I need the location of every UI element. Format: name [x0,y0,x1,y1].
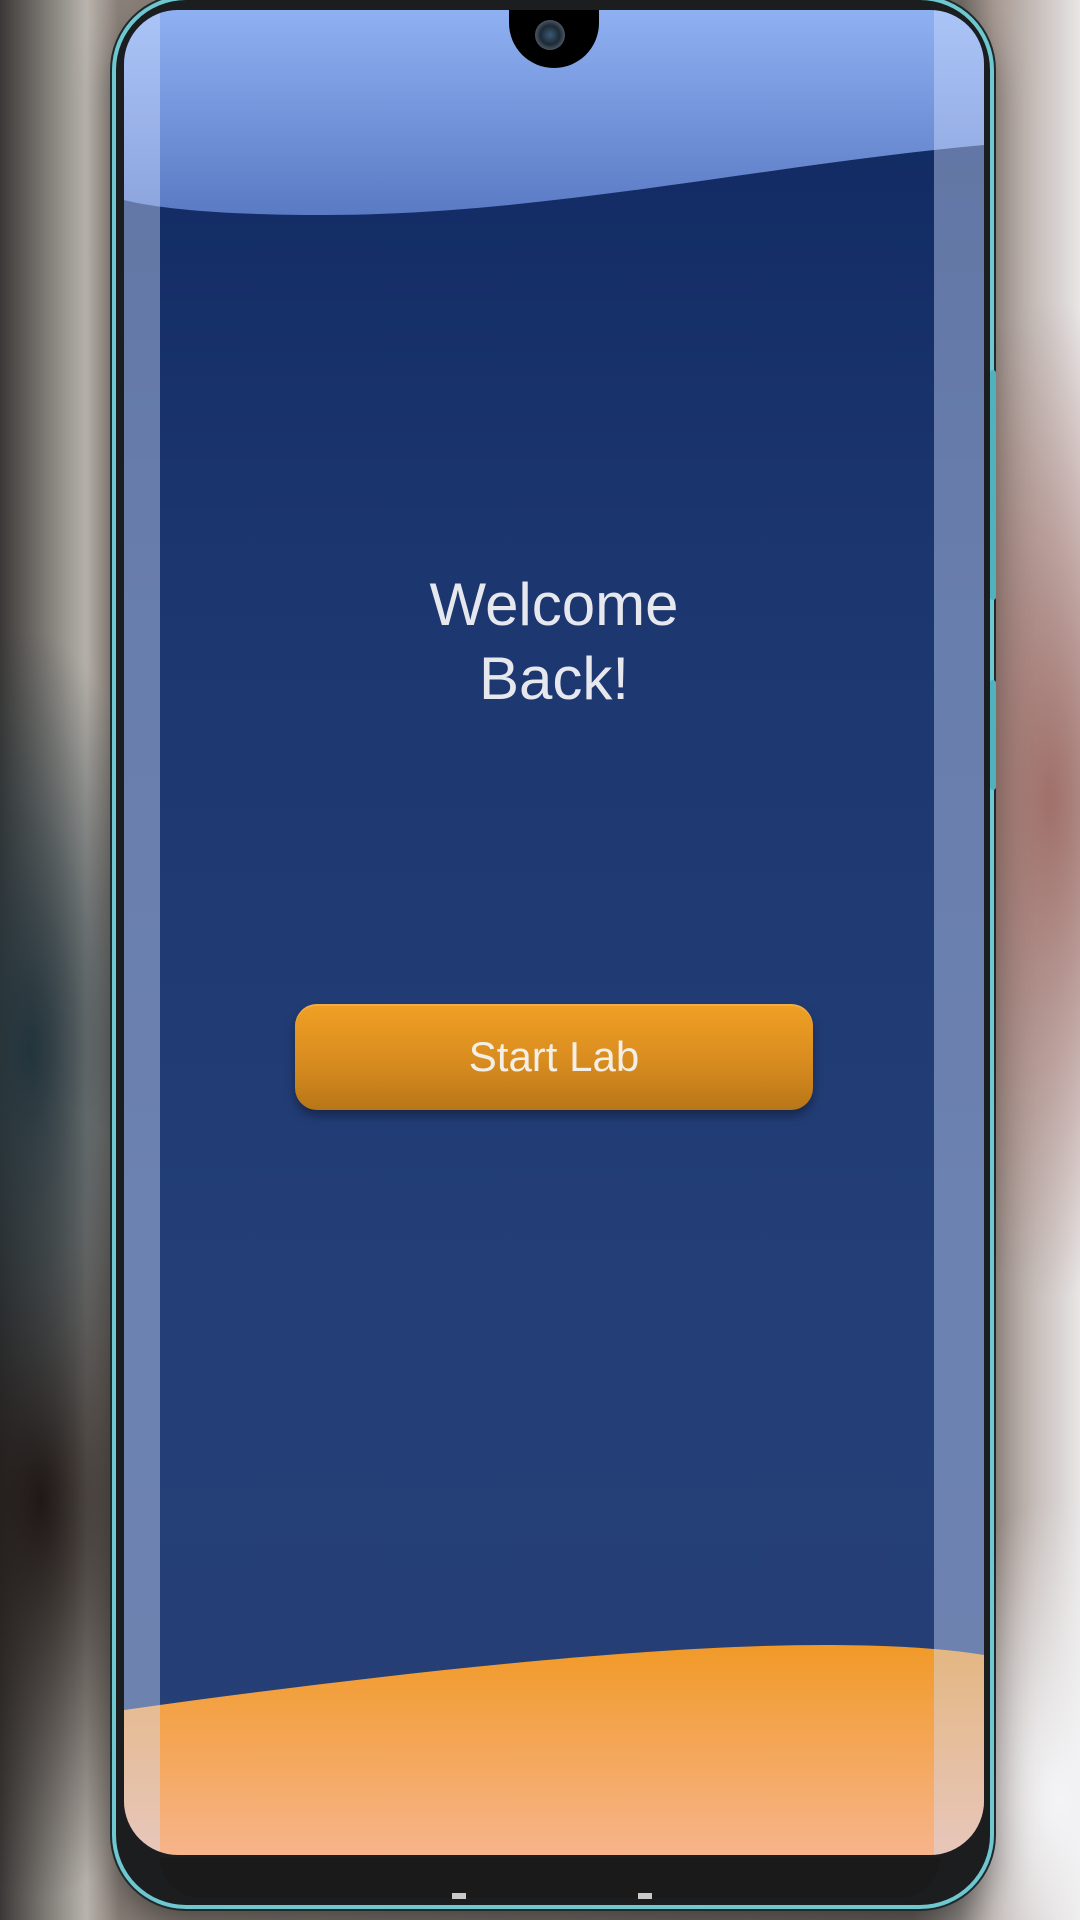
bottom-wave-decoration [124,1645,984,1855]
bottom-port-left [452,1893,466,1899]
welcome-heading: Welcome Back! [429,571,679,712]
start-lab-button[interactable]: Start Lab [295,1004,813,1110]
bottom-port-right [638,1893,652,1899]
app-screen: Welcome Back! Start Lab [124,10,984,1855]
screen-edge-glare-left [124,10,160,1855]
phone-bottom-bezel [160,1858,940,1898]
screen-edge-glare-right [934,10,984,1855]
volume-button [990,370,996,600]
power-button [990,680,996,790]
start-lab-button-label: Start Lab [468,1033,640,1080]
front-camera-icon [535,20,565,50]
